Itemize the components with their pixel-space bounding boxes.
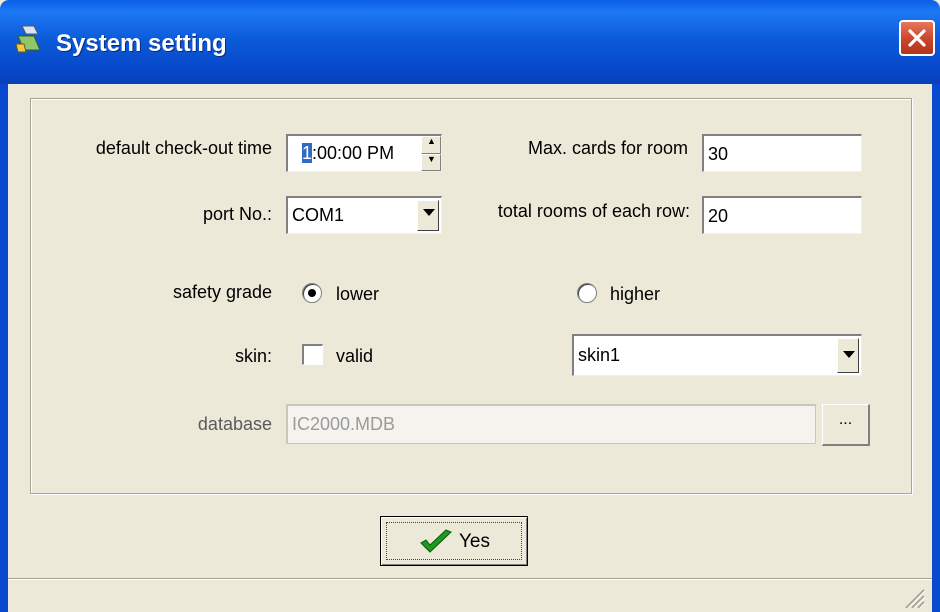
title-bar[interactable]: System setting <box>0 0 940 84</box>
spin-down-button[interactable]: ▼ <box>421 153 441 171</box>
window-frame-right <box>932 84 940 612</box>
skin-valid-checkbox[interactable] <box>302 344 323 365</box>
yes-button-label: Yes <box>459 531 490 552</box>
resize-grip-icon[interactable] <box>896 586 926 608</box>
skin-select[interactable]: skin1 <box>572 334 862 376</box>
skin-value: skin1 <box>578 345 621 365</box>
rooms-per-row-label: total rooms of each row: <box>497 201 690 221</box>
focus-rect <box>386 522 522 560</box>
checkout-time-rest: :00:00 PM <box>312 143 395 163</box>
status-bar <box>8 578 932 612</box>
port-dropdown-button[interactable] <box>417 200 439 231</box>
browse-database-button[interactable]: ... <box>822 404 870 446</box>
checkout-time-label: default check-out time <box>95 138 272 158</box>
database-label: database <box>197 414 272 434</box>
database-path-value: IC2000.MDB <box>292 414 396 434</box>
yes-button[interactable]: Yes <box>380 516 528 566</box>
safety-grade-label: safety grade <box>172 282 272 302</box>
max-cards-value: 30 <box>708 144 729 164</box>
app-icon <box>15 25 41 53</box>
skin-dropdown-button[interactable] <box>837 338 859 373</box>
rooms-per-row-value: 20 <box>708 206 729 226</box>
check-icon <box>420 529 452 553</box>
chevron-down-icon <box>423 209 435 216</box>
time-spinner[interactable]: ▲ ▼ <box>421 136 441 171</box>
skin-label: skin: <box>234 346 272 366</box>
port-label: port No.: <box>202 204 272 224</box>
checkout-time-picker[interactable]: 1:00:00 PM ▲ ▼ <box>286 134 442 172</box>
skin-valid-label[interactable]: valid <box>336 345 373 367</box>
close-icon <box>908 29 926 47</box>
port-select[interactable]: COM1 <box>286 196 442 234</box>
spin-up-icon: ▲ <box>427 136 436 146</box>
safety-lower-label[interactable]: lower <box>336 283 379 305</box>
chevron-down-icon <box>843 351 855 358</box>
close-button[interactable] <box>899 20 935 56</box>
spin-up-button[interactable]: ▲ <box>421 136 441 154</box>
max-cards-label: Max. cards for room <box>527 138 688 158</box>
window-title: System setting <box>56 30 227 57</box>
rooms-per-row-input[interactable]: 20 <box>702 196 862 234</box>
database-path-input: IC2000.MDB <box>286 404 816 444</box>
safety-higher-label[interactable]: higher <box>610 283 660 305</box>
spin-down-icon: ▼ <box>427 153 436 164</box>
safety-lower-radio[interactable] <box>302 283 322 303</box>
checkout-hour-segment[interactable]: 1 <box>302 143 313 163</box>
window-frame-left <box>0 84 8 612</box>
max-cards-input[interactable]: 30 <box>702 134 862 172</box>
system-setting-dialog: System setting default check-out time 1:… <box>0 0 940 612</box>
radio-selected-dot <box>308 289 316 297</box>
port-value: COM1 <box>292 205 345 225</box>
safety-higher-radio[interactable] <box>577 283 597 303</box>
